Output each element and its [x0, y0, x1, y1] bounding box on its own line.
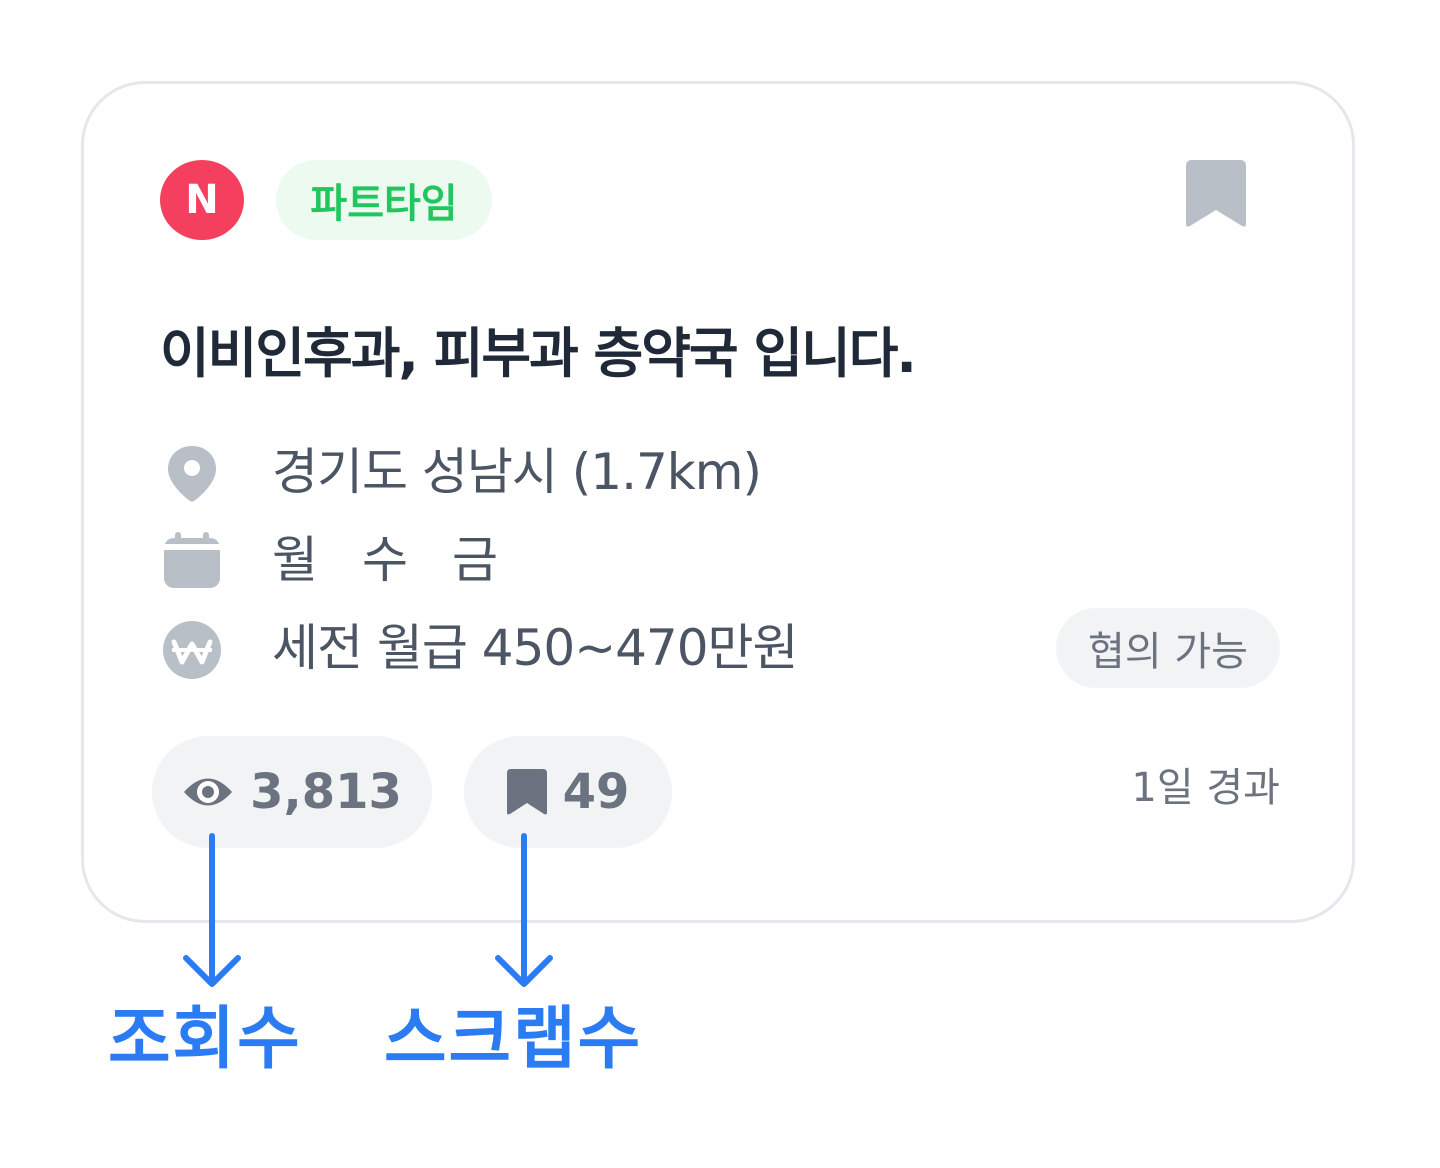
scraps-annotation-label: 스크랩수	[384, 1000, 643, 1079]
annotation-arrows	[183, 833, 553, 987]
views-annotation-label: 조회수	[108, 1000, 302, 1079]
views-arrow	[183, 833, 241, 987]
scraps-arrow	[495, 833, 553, 987]
